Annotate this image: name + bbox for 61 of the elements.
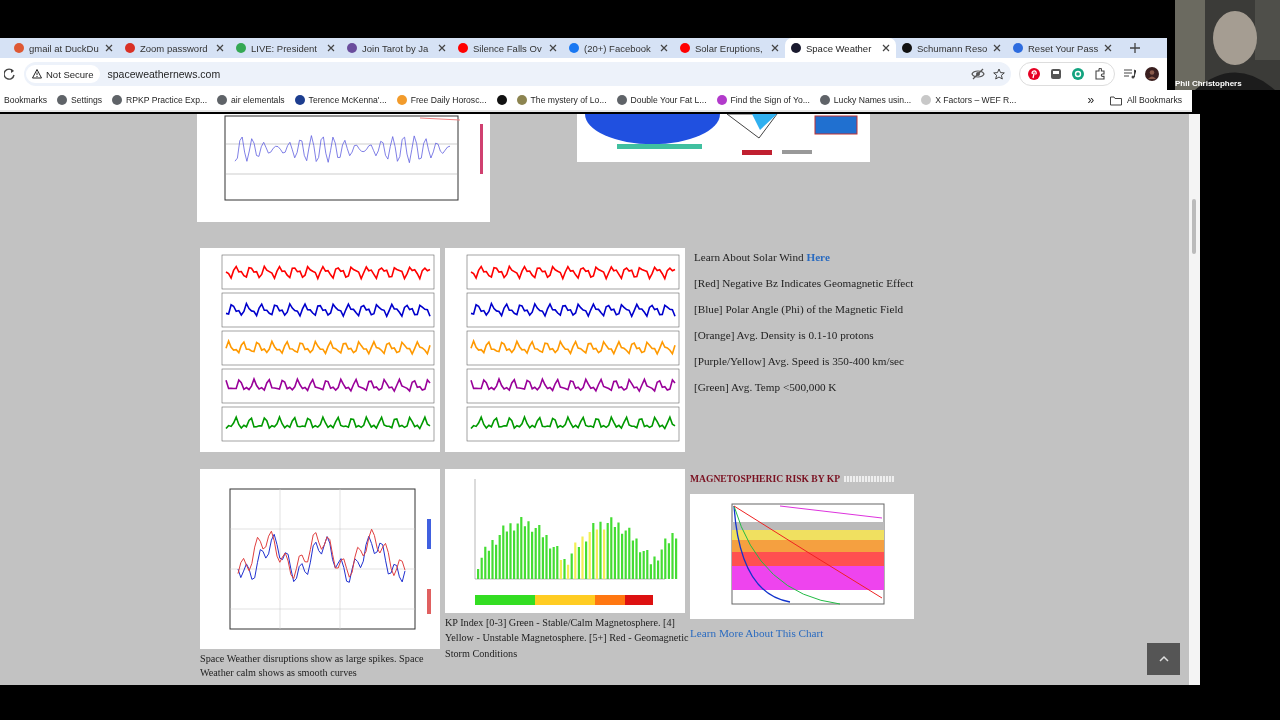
extension-icon[interactable]: [1050, 68, 1062, 80]
bookmark-item[interactable]: Double Your Fat L...: [616, 95, 707, 105]
close-icon[interactable]: [327, 44, 335, 52]
close-icon[interactable]: [1104, 44, 1112, 52]
browser-tab[interactable]: Space Weather: [785, 38, 896, 58]
close-icon[interactable]: [771, 44, 779, 52]
bookmark-item[interactable]: X Factors – WEF R...: [921, 95, 1017, 105]
browser-tab[interactable]: gmail at DuckDu: [8, 38, 119, 58]
close-icon[interactable]: [882, 44, 890, 52]
bookmark-icon[interactable]: [496, 95, 507, 105]
legend-note: [Red] Negative Bz Indicates Geomagnetic Effect: [694, 277, 914, 289]
star-icon[interactable]: [993, 68, 1005, 80]
browser-tab[interactable]: LIVE: President: [230, 38, 341, 58]
bookmark-item[interactable]: Lucky Names usin...: [819, 95, 912, 105]
security-chip[interactable]: Not Secure: [26, 65, 100, 83]
legend-note: [Purple/Yellow] Avg. Speed is 350-400 km/sec: [694, 355, 905, 367]
overflow-chevron[interactable]: »: [1087, 93, 1095, 107]
bookmark-item[interactable]: RPKP Practice Exp...: [112, 95, 208, 105]
solar-wind-intro: Learn About Solar Wind Here: [694, 251, 831, 263]
legend-note: [Orange] Avg. Density is 0.1-10 protons: [694, 329, 875, 341]
close-icon[interactable]: [216, 44, 224, 52]
bookmark-item[interactable]: Free Daily Horosc...: [396, 95, 487, 105]
url-field[interactable]: spaceweathernews.com: [107, 68, 963, 80]
folder-icon: [1110, 94, 1123, 106]
close-icon[interactable]: [660, 44, 668, 52]
all-bookmarks-button[interactable]: All Bookmarks: [1108, 94, 1184, 106]
scroll-top-button[interactable]: [1147, 643, 1180, 675]
bookmark-item[interactable]: air elementals: [217, 95, 285, 105]
eye-slash-icon[interactable]: [971, 68, 985, 80]
bookmark-item[interactable]: The mystery of Lo...: [516, 95, 607, 105]
new-tab-icon[interactable]: [1130, 43, 1140, 53]
close-icon[interactable]: [549, 44, 557, 52]
close-icon[interactable]: [105, 44, 113, 52]
browser-tab[interactable]: Solar Eruptions,: [674, 38, 785, 58]
browser-tab[interactable]: Join Tarot by Ja: [341, 38, 452, 58]
participant-name: Phil Christophers: [1175, 79, 1242, 88]
reload-icon[interactable]: [4, 68, 16, 80]
caret-up-icon: [1158, 655, 1169, 663]
bookmark-item[interactable]: Terence McKenna'...: [294, 95, 387, 105]
scrollbar[interactable]: [1189, 114, 1200, 685]
legend-note: [Blue] Polar Angle (Phi) of the Magnetic Field: [694, 303, 905, 315]
bookmark-item[interactable]: Find the Sign of Yo...: [716, 95, 810, 105]
puzzle-icon[interactable]: [1094, 68, 1106, 80]
magnetometer-caption: Space Weather disruptions show as large spikes. Space Weather calm shows as smooth curves: [200, 652, 425, 680]
close-icon[interactable]: [993, 44, 1001, 52]
media-icon[interactable]: [1123, 68, 1137, 80]
kp-caption: KP Index [0-3] Green - Stable/Calm Magnetosphere. [4] Yellow - Unstable Magnetosphere. [5+] Red - Geomagnetic Storm Conditions: [445, 616, 690, 661]
pin-icon[interactable]: [1028, 68, 1040, 80]
bookmarks-label[interactable]: Bookmarks: [4, 95, 47, 105]
browser-tab[interactable]: Reset Your Pass: [1007, 38, 1118, 58]
warning-icon: [32, 69, 42, 79]
bookmark-item[interactable]: Settings: [57, 95, 103, 105]
close-icon[interactable]: [438, 44, 446, 52]
extension-icon[interactable]: [1072, 68, 1084, 80]
browser-tab[interactable]: Zoom password: [119, 38, 230, 58]
browser-tab[interactable]: Silence Falls Ov: [452, 38, 563, 58]
browser-tab[interactable]: (20+) Facebook: [563, 38, 674, 58]
profile-icon[interactable]: [1145, 67, 1159, 81]
legend-note: [Green] Avg. Temp <500,000 K: [694, 381, 838, 393]
browser-tab[interactable]: Schumann Reso: [896, 38, 1007, 58]
section-heading: MAGNETOSPHERIC RISK BY KP: [690, 473, 841, 484]
